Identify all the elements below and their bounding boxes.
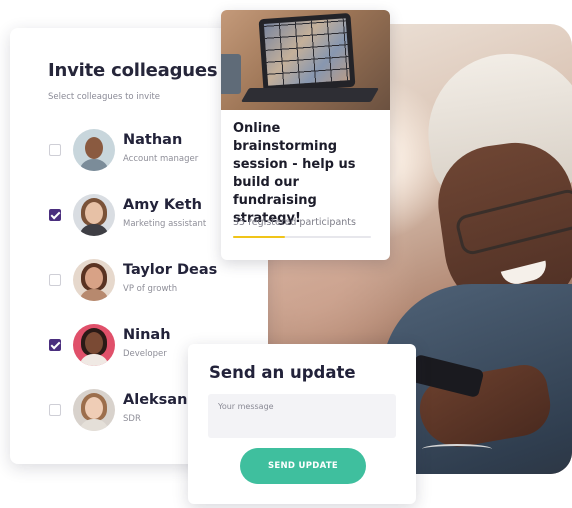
avatar — [73, 259, 115, 301]
message-input[interactable] — [208, 394, 396, 438]
colleague-role: SDR — [123, 414, 141, 424]
colleague-role: Marketing assistant — [123, 219, 207, 229]
participants-progress — [233, 236, 371, 238]
colleague-name: Nathan — [123, 132, 183, 148]
colleague-name: Ninah — [123, 327, 171, 343]
update-title: Send an update — [209, 363, 356, 382]
event-card[interactable]: Online brainstorming session - help us b… — [221, 10, 390, 260]
colleague-role: Account manager — [123, 154, 199, 164]
send-update-card: Send an update SEND UPDATE — [188, 344, 416, 504]
video-call-grid — [263, 18, 350, 86]
invite-title: Invite colleagues — [48, 60, 218, 81]
colleague-row[interactable]: Taylor Deas VP of growth — [10, 258, 268, 306]
avatar — [73, 324, 115, 366]
event-thumbnail — [221, 10, 390, 110]
avatar — [73, 194, 115, 236]
laptop-image — [258, 12, 356, 94]
colleague-checkbox[interactable] — [49, 404, 61, 416]
event-title: Online brainstorming session - help us b… — [233, 121, 356, 226]
colleague-name: Taylor Deas — [123, 262, 218, 278]
colleague-checkbox[interactable] — [49, 274, 61, 286]
colleague-checkbox[interactable] — [49, 339, 61, 351]
avatar — [73, 389, 115, 431]
colleague-role: Developer — [123, 349, 167, 359]
participants-progress-fill — [233, 236, 286, 238]
colleague-name: Amy Keth — [123, 197, 202, 213]
photo-bracelet — [422, 444, 492, 454]
colleague-role: VP of growth — [123, 284, 178, 294]
participants-count: 35 registered participants — [233, 217, 356, 228]
avatar — [73, 129, 115, 171]
colleague-checkbox[interactable] — [49, 209, 61, 221]
invite-subtitle: Select colleagues to invite — [48, 92, 161, 102]
send-update-button[interactable]: SEND UPDATE — [240, 448, 366, 484]
colleague-checkbox[interactable] — [49, 144, 61, 156]
